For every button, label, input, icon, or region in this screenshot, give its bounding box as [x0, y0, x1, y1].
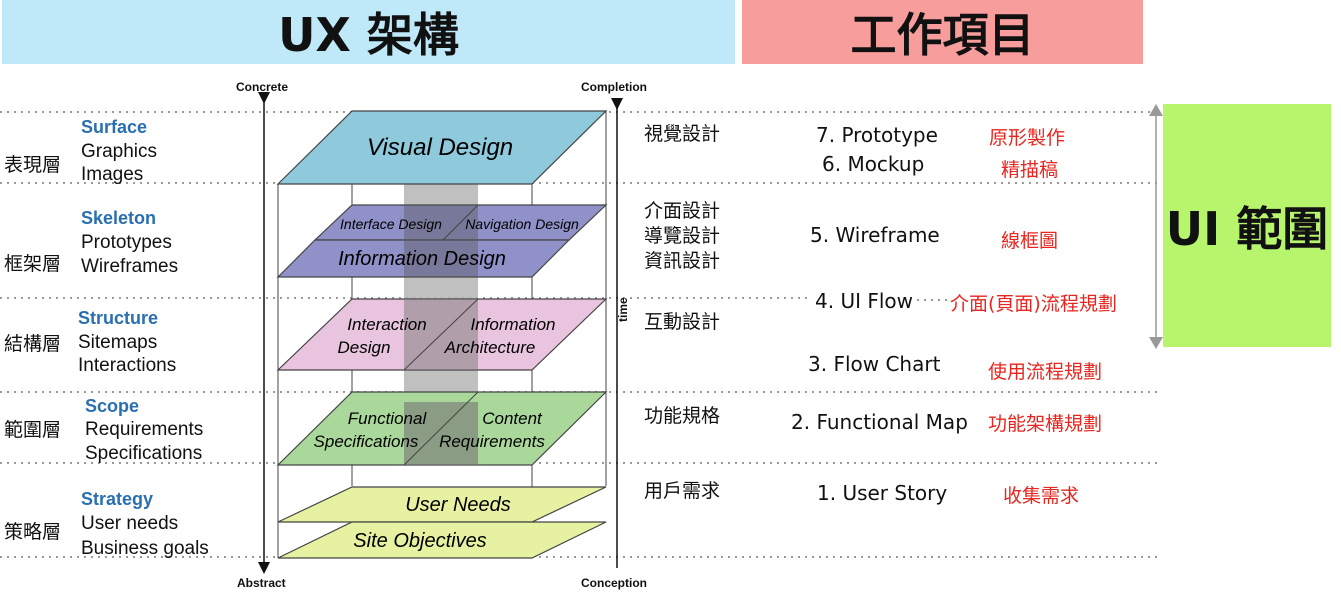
conception-label: Conception [581, 576, 647, 590]
layer-item: Images [81, 164, 144, 185]
work-item-zh: 原形製作 [989, 127, 1066, 149]
layer-item: Prototypes [81, 232, 172, 253]
work-item-en: 6. Mockup [822, 152, 925, 176]
layer-zh-scope: 範圍層 [4, 419, 62, 441]
strategy-plane: User Needs Site Objectives [277, 486, 607, 559]
task-skeleton-3: 資訊設計 [644, 250, 721, 272]
layer-head-structure: Structure [78, 308, 159, 328]
layer-zh-structure: 結構層 [4, 333, 62, 355]
task-surface: 視覺設計 [644, 123, 721, 145]
task-structure: 互動設計 [644, 311, 721, 333]
work-item-zh: 使用流程規劃 [988, 361, 1103, 383]
interaction-label-1: Interaction [347, 315, 426, 334]
layer-head-skeleton: Skeleton [81, 208, 157, 228]
content-label-2: Requirements [439, 432, 545, 451]
abstract-label: Abstract [237, 576, 286, 590]
layer-item: Graphics [81, 141, 158, 162]
work-item-en: 5. Wireframe [810, 223, 940, 247]
task-strategy: 用戶需求 [644, 480, 721, 502]
site-objectives-label: Site Objectives [353, 530, 486, 552]
interface-design-label: Interface Design [340, 216, 442, 232]
work-item-zh: 功能架構規劃 [988, 413, 1103, 435]
interaction-label-2: Design [338, 338, 391, 357]
work-item-zh: 收集需求 [1003, 485, 1080, 507]
info-arch-label-2: Architecture [444, 338, 536, 357]
layer-head-strategy: Strategy [81, 489, 154, 509]
work-item-en: 4. UI Flow [815, 289, 913, 313]
surface-plane: Visual Design [276, 110, 608, 185]
time-axis-label: time [616, 297, 630, 322]
layer-zh-skeleton: 框架層 [4, 253, 62, 275]
layer-zh-surface: 表現層 [4, 154, 62, 176]
layer-head-scope: Scope [85, 396, 140, 416]
layer-item: Specifications [85, 443, 203, 464]
layer-item: User needs [81, 513, 179, 534]
work-item-zh: 線框圖 [1001, 230, 1059, 252]
work-item-en: 1. User Story [817, 481, 948, 505]
ux-elements-diagram: User Needs Site Objectives Functional Sp… [0, 92, 1163, 574]
layer-item: Business goals [81, 538, 209, 559]
user-needs-label: User Needs [405, 494, 511, 516]
work-item-en: 7. Prototype [816, 123, 938, 147]
scope-plane: Functional Specifications Content Requir… [276, 391, 608, 466]
functional-label-2: Specifications [314, 432, 419, 451]
information-design-label: Information Design [338, 248, 506, 270]
completion-label: Completion [581, 80, 647, 94]
visual-design-label: Visual Design [367, 134, 513, 161]
functional-label-1: Functional [348, 409, 428, 428]
info-arch-label-1: Information [470, 315, 555, 334]
layer-zh-strategy: 策略層 [4, 521, 62, 543]
work-item-zh: 介面(頁面)流程規劃 [950, 293, 1117, 315]
work-item-en: 2. Functional Map [791, 410, 968, 434]
skeleton-plane: Interface Design Navigation Design Infor… [276, 204, 608, 278]
structure-plane: Interaction Design Information Architect… [276, 298, 608, 371]
layer-head-surface: Surface [81, 117, 148, 137]
concrete-label: Concrete [236, 80, 289, 94]
work-item-zh: 精描稿 [1001, 159, 1059, 181]
content-label-1: Content [482, 409, 543, 428]
task-scope: 功能規格 [644, 405, 721, 427]
task-skeleton-1: 介面設計 [644, 200, 721, 222]
layer-item: Requirements [85, 419, 204, 440]
navigation-design-label: Navigation Design [465, 216, 579, 232]
task-skeleton-2: 導覽設計 [644, 225, 721, 247]
layer-item: Sitemaps [78, 332, 158, 353]
layer-item: Wireframes [81, 256, 179, 277]
layer-item: Interactions [78, 355, 177, 376]
work-item-en: 3. Flow Chart [808, 352, 941, 376]
